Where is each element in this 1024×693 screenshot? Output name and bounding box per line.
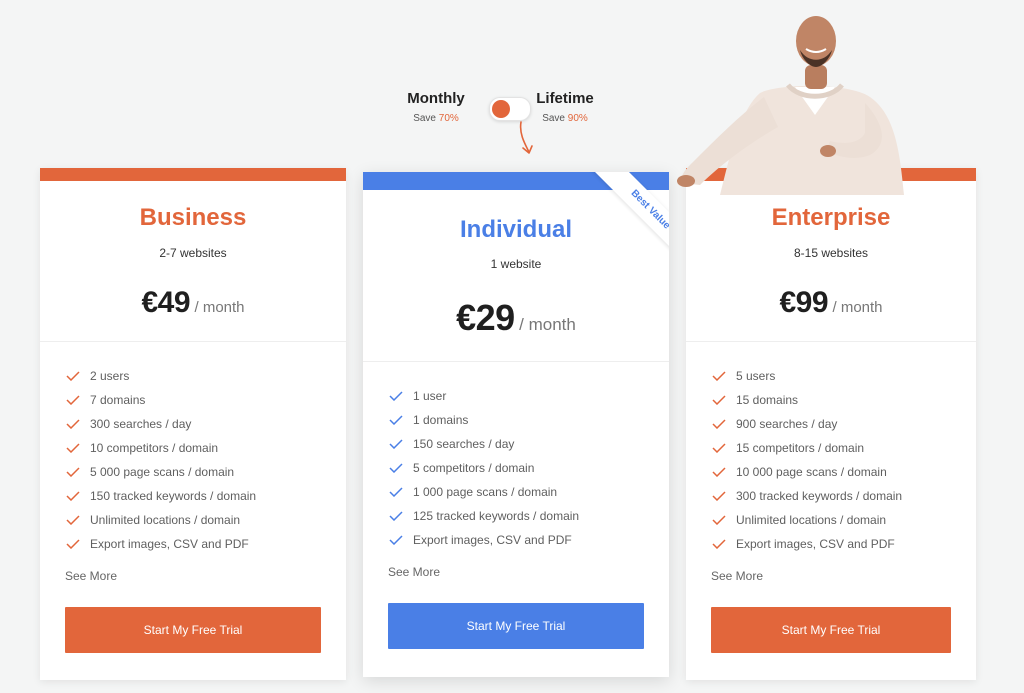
feature-item: 1 user (389, 384, 579, 408)
feature-item: Export images, CSV and PDF (66, 532, 256, 556)
plan-price: €99 / month (686, 286, 976, 320)
check-icon (712, 419, 726, 429)
check-icon (389, 463, 403, 473)
plan-subtitle: 8-15 websites (793, 246, 869, 260)
feature-item: Unlimited locations / domain (66, 508, 256, 532)
check-icon (389, 487, 403, 497)
feature-item: 150 tracked keywords / domain (66, 484, 256, 508)
price-period: / month (519, 315, 576, 334)
check-icon (389, 391, 403, 401)
feature-item: 1 000 page scans / domain (389, 480, 579, 504)
feature-item: Unlimited locations / domain (712, 508, 902, 532)
price-amount: €49 (141, 286, 191, 319)
feature-item: 2 users (66, 364, 256, 388)
plan-name: Business (139, 204, 247, 231)
check-icon (66, 491, 80, 501)
check-icon (712, 515, 726, 525)
check-icon (712, 443, 726, 453)
plan-subtitle: 2-7 websites (159, 246, 227, 260)
billing-option-lifetime[interactable]: Lifetime Save 90% (533, 90, 597, 124)
check-icon (66, 467, 80, 477)
feature-list: 2 users 7 domains 300 searches / day 10 … (66, 364, 256, 556)
monthly-savings: Save 70% (413, 113, 459, 124)
feature-item: 125 tracked keywords / domain (389, 504, 579, 528)
check-icon (389, 535, 403, 545)
start-free-trial-button[interactable]: Start My Free Trial (65, 607, 321, 653)
feature-item: 150 searches / day (389, 432, 579, 456)
feature-item: 15 competitors / domain (712, 436, 902, 460)
lifetime-savings: Save 90% (542, 113, 588, 124)
divider (686, 341, 976, 342)
plan-card-individual: Best Value Individual 1 website €29 / mo… (363, 172, 669, 677)
lifetime-label: Lifetime (536, 90, 594, 107)
check-icon (712, 395, 726, 405)
check-icon (66, 443, 80, 453)
divider (40, 341, 346, 342)
see-more-link[interactable]: See More (388, 565, 440, 579)
price-amount: €99 (779, 286, 829, 319)
feature-list: 1 user 1 domains 150 searches / day 5 co… (389, 384, 579, 552)
see-more-link[interactable]: See More (65, 569, 117, 583)
feature-item: 5 competitors / domain (389, 456, 579, 480)
check-icon (66, 539, 80, 549)
curved-arrow-icon (519, 121, 533, 154)
toggle-knob (492, 100, 510, 118)
plan-price: €29 / month (363, 297, 669, 339)
feature-item: 5 users (712, 364, 902, 388)
check-icon (66, 515, 80, 525)
billing-toggle[interactable] (489, 97, 531, 121)
plan-name: Enterprise (771, 204, 891, 231)
feature-item: 300 searches / day (66, 412, 256, 436)
check-icon (389, 439, 403, 449)
price-period: / month (832, 299, 883, 316)
feature-item: 15 domains (712, 388, 902, 412)
monthly-label: Monthly (407, 90, 465, 107)
best-value-badge: Best Value (588, 172, 669, 272)
billing-option-monthly[interactable]: Monthly Save 70% (400, 90, 472, 124)
plan-card-enterprise: Enterprise 8-15 websites €99 / month 5 u… (686, 168, 976, 680)
check-icon (66, 395, 80, 405)
best-value-ribbon: Best Value (569, 172, 669, 272)
check-icon (66, 371, 80, 381)
divider (363, 361, 669, 362)
feature-item: 10 competitors / domain (66, 436, 256, 460)
check-icon (712, 467, 726, 477)
price-amount: €29 (456, 297, 515, 338)
feature-item: 900 searches / day (712, 412, 902, 436)
feature-item: Export images, CSV and PDF (389, 528, 579, 552)
price-period: / month (194, 299, 245, 316)
check-icon (712, 539, 726, 549)
feature-item: 10 000 page scans / domain (712, 460, 902, 484)
check-icon (389, 415, 403, 425)
check-icon (712, 371, 726, 381)
feature-item: Export images, CSV and PDF (712, 532, 902, 556)
feature-item: 1 domains (389, 408, 579, 432)
plan-price: €49 / month (40, 286, 346, 320)
check-icon (712, 491, 726, 501)
see-more-link[interactable]: See More (711, 569, 763, 583)
plan-color-bar (40, 168, 346, 181)
check-icon (66, 419, 80, 429)
presenter-photo (677, 16, 904, 195)
feature-list: 5 users 15 domains 900 searches / day 15… (712, 364, 902, 556)
plan-card-business: Business 2-7 websites €49 / month 2 user… (40, 168, 346, 680)
feature-item: 5 000 page scans / domain (66, 460, 256, 484)
feature-item: 300 tracked keywords / domain (712, 484, 902, 508)
start-free-trial-button[interactable]: Start My Free Trial (711, 607, 951, 653)
feature-item: 7 domains (66, 388, 256, 412)
check-icon (389, 511, 403, 521)
start-free-trial-button[interactable]: Start My Free Trial (388, 603, 644, 649)
